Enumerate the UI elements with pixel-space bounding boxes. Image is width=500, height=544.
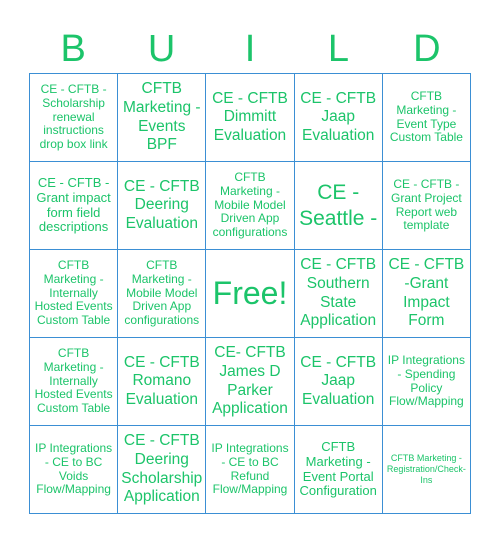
free-space-cell[interactable]: Free! bbox=[206, 250, 295, 338]
bingo-cell[interactable]: CE - CFTB -Grant Impact Form bbox=[382, 250, 471, 338]
bingo-cell[interactable]: CFTB Marketing - Event Portal Configurat… bbox=[294, 426, 383, 514]
bingo-cell[interactable]: CE - CFTB Romano Evaluation bbox=[118, 338, 207, 426]
header-letter-u: U bbox=[147, 28, 176, 70]
bingo-cell[interactable]: IP Integrations - CE to BC Voids Flow/Ma… bbox=[30, 426, 119, 514]
bingo-cell[interactable]: CFTB Marketing - Registration/Check-Ins bbox=[382, 426, 471, 514]
header-letter-d: D bbox=[413, 28, 441, 70]
bingo-cell[interactable]: CFTB Marketing - Event Type Custom Table bbox=[382, 74, 471, 162]
bingo-cell[interactable]: CFTB Marketing - Internally Hosted Event… bbox=[30, 338, 119, 426]
bingo-cell[interactable]: CE - CFTB - Grant Project Report web tem… bbox=[382, 162, 471, 250]
bingo-cell[interactable]: CE - CFTB Deering Evaluation bbox=[118, 162, 207, 250]
bingo-cell[interactable]: CFTB Marketing - Events BPF bbox=[118, 74, 207, 162]
header-letter-l: L bbox=[327, 28, 349, 70]
bingo-cell[interactable]: CE - CFTB Jaap Evaluation bbox=[294, 74, 383, 162]
bingo-cell[interactable]: IP Integrations - Spending Policy Flow/M… bbox=[382, 338, 471, 426]
bingo-cell[interactable]: CE - CFTB Deering Scholarship Applicatio… bbox=[118, 426, 207, 514]
bingo-cell[interactable]: CFTB Marketing - Mobile Model Driven App… bbox=[118, 250, 207, 338]
bingo-cell[interactable]: CE - CFTB - Scholarship renewal instruct… bbox=[30, 74, 119, 162]
bingo-cell[interactable]: CFTB Marketing - Mobile Model Driven App… bbox=[206, 162, 295, 250]
bingo-cell[interactable]: CE - CFTB Jaap Evaluation bbox=[294, 338, 383, 426]
bingo-header: B U I L D bbox=[29, 26, 471, 72]
bingo-board: CE - CFTB - Scholarship renewal instruct… bbox=[29, 73, 471, 514]
bingo-cell[interactable]: CE - Seattle - bbox=[294, 162, 383, 250]
bingo-cell[interactable]: CE - CFTB Southern State Application bbox=[294, 250, 383, 338]
bingo-cell[interactable]: CE- CFTB James D Parker Application bbox=[206, 338, 295, 426]
bingo-cell[interactable]: CFTB Marketing - Internally Hosted Event… bbox=[30, 250, 119, 338]
bingo-cell[interactable]: CE - CFTB Dimmitt Evaluation bbox=[206, 74, 295, 162]
bingo-cell[interactable]: CE - CFTB - Grant impact form field desc… bbox=[30, 162, 119, 250]
header-letter-i: I bbox=[244, 28, 256, 70]
bingo-cell[interactable]: IP Integrations - CE to BC Refund Flow/M… bbox=[206, 426, 295, 514]
header-letter-b: B bbox=[60, 28, 86, 70]
